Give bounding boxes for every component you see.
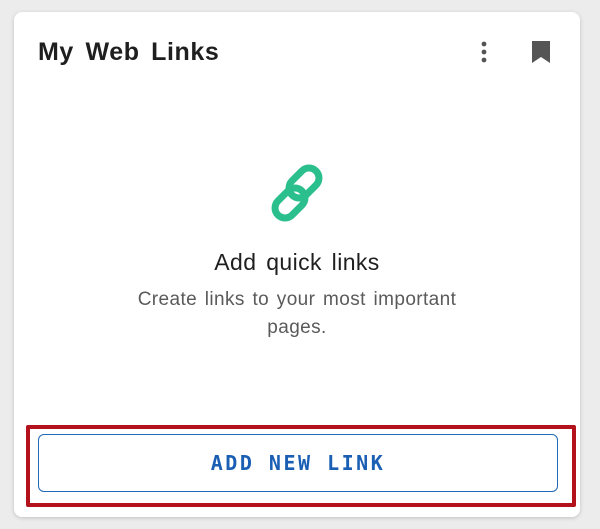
card-title: My Web Links [38, 38, 220, 66]
bookmark-button[interactable] [523, 34, 559, 70]
bookmark-icon [532, 41, 550, 63]
empty-state: Add quick links Create links to your mos… [14, 162, 580, 342]
empty-state-description: Create links to your most important page… [137, 289, 457, 338]
empty-state-heading: Add quick links [214, 249, 380, 275]
more-options-button[interactable] [466, 34, 502, 70]
more-vertical-icon [481, 41, 487, 63]
add-new-link-button[interactable]: ADD NEW LINK [38, 434, 558, 492]
link-icon [271, 164, 323, 222]
